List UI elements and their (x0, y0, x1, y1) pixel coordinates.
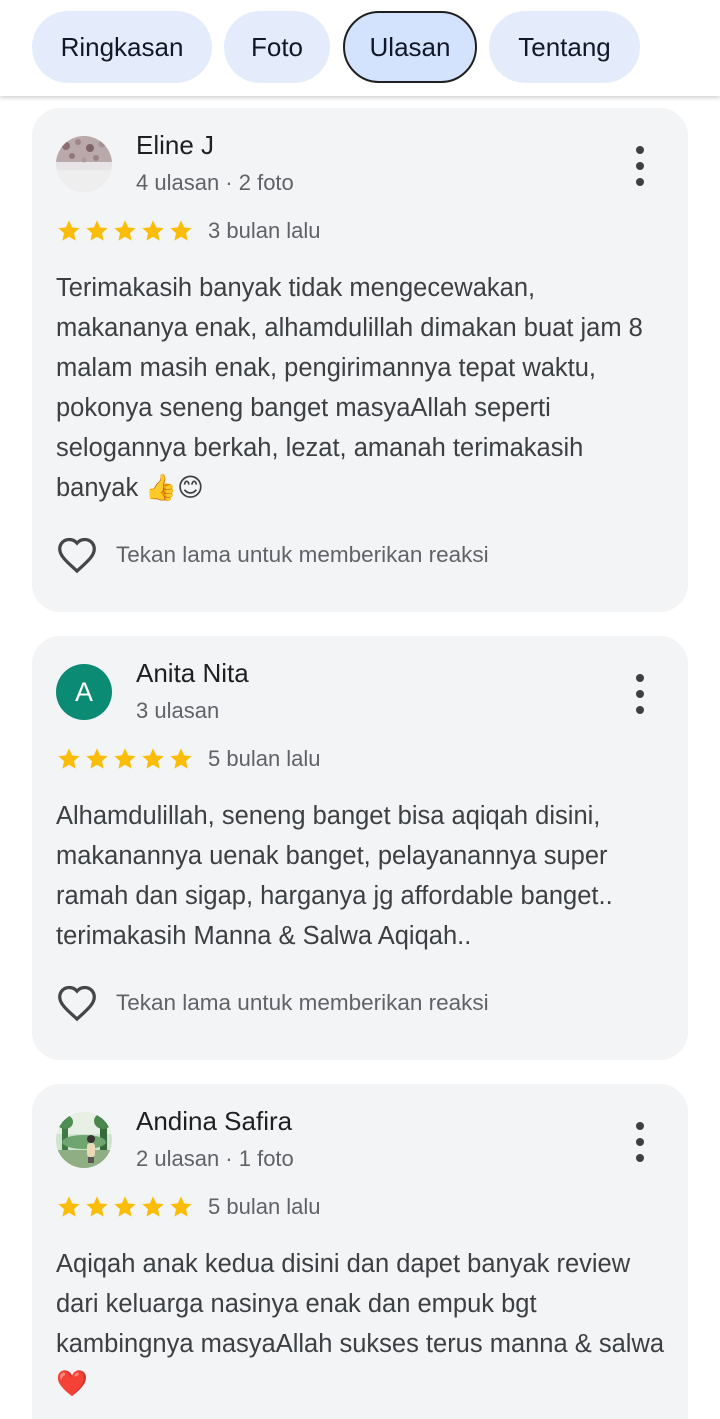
tab-ulasan[interactable]: Ulasan (343, 11, 477, 83)
star-icon (86, 748, 108, 769)
review-date: 5 bulan lalu (208, 746, 321, 771)
reviewer-name[interactable]: Andina Safira (136, 1106, 292, 1137)
star-icon (58, 748, 80, 769)
star-icon (142, 220, 164, 241)
reaction-label: Tekan lama untuk memberikan reaksi (116, 990, 489, 1015)
more-options-icon[interactable] (626, 674, 654, 714)
star-rating (56, 1194, 196, 1220)
review-text: Terimakasih banyak tidak mengecewakan, m… (56, 274, 643, 502)
reviewer-meta: 3 ulasan (136, 698, 220, 723)
review-card: A Anita Nita 3 ulasan 5 bulan lalu Alham… (32, 636, 688, 1060)
reviewer-meta: 4 ulasan · 2 foto (136, 170, 294, 195)
reviewer-name[interactable]: Eline J (136, 130, 214, 161)
avatar[interactable] (56, 1112, 112, 1168)
avatar[interactable] (56, 136, 112, 192)
review-text: Aqiqah anak kedua disini dan dapet banya… (56, 1250, 665, 1398)
more-options-icon[interactable] (626, 1122, 654, 1162)
tab-foto[interactable]: Foto (224, 11, 330, 83)
tab-bar: Ringkasan Foto Ulasan Tentang (0, 0, 720, 96)
star-icon (170, 1196, 192, 1217)
tab-tentang[interactable]: Tentang (489, 11, 640, 83)
reaction-button[interactable]: Tekan lama untuk memberikan reaksi (56, 536, 489, 574)
reviewer-name[interactable]: Anita Nita (136, 658, 249, 689)
review-card: Eline J 4 ulasan · 2 foto 3 bulan lalu T… (32, 108, 688, 612)
star-icon (114, 748, 136, 769)
heart-icon (58, 537, 96, 574)
review-card: Andina Safira 2 ulasan · 1 foto 5 bulan … (32, 1084, 688, 1419)
reaction-button[interactable]: Tekan lama untuk memberikan reaksi (56, 984, 489, 1022)
reviewer-meta: 2 ulasan · 1 foto (136, 1146, 294, 1171)
star-rating (56, 746, 196, 772)
star-icon (114, 1196, 136, 1217)
star-icon (170, 220, 192, 241)
avatar-photo (56, 1112, 112, 1168)
review-date: 5 bulan lalu (208, 1194, 321, 1219)
tab-ringkasan[interactable]: Ringkasan (32, 11, 212, 83)
more-options-icon[interactable] (626, 146, 654, 186)
review-date: 3 bulan lalu (208, 218, 321, 243)
avatar[interactable]: A (56, 664, 112, 720)
avatar-photo (56, 136, 112, 192)
star-icon (58, 220, 80, 241)
star-icon (170, 748, 192, 769)
review-text: Alhamdulillah, seneng banget bisa aqiqah… (56, 802, 613, 950)
star-icon (86, 220, 108, 241)
star-rating (56, 218, 196, 244)
star-icon (58, 1196, 80, 1217)
heart-icon (58, 985, 96, 1022)
star-icon (142, 748, 164, 769)
star-icon (86, 1196, 108, 1217)
star-icon (114, 220, 136, 241)
reaction-label: Tekan lama untuk memberikan reaksi (116, 542, 489, 567)
star-icon (142, 1196, 164, 1217)
